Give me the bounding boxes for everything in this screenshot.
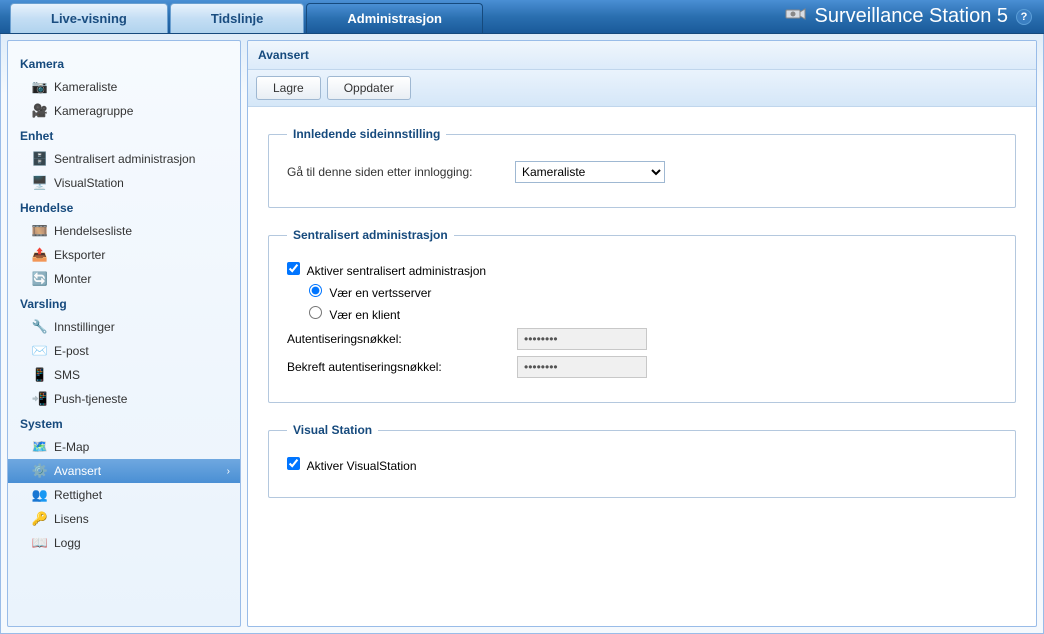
sidebar-item-label: Lisens xyxy=(54,512,89,526)
auth-key-label: Autentiseringsnøkkel: xyxy=(287,332,517,346)
sidebar-item-label: E-post xyxy=(54,344,89,358)
sidebar-item-mount[interactable]: 🔄 Monter xyxy=(8,267,240,291)
cms-enable-label[interactable]: Aktiver sentralisert administrasjon xyxy=(287,262,486,278)
initial-page-select[interactable]: Kameraliste xyxy=(515,161,665,183)
cms-enable-checkbox[interactable] xyxy=(287,262,300,275)
sidebar-item-label: SMS xyxy=(54,368,80,382)
sidebar-section-camera: Kamera xyxy=(8,51,240,75)
app-title-area: Surveillance Station 5 ? xyxy=(785,0,1044,33)
server-icon: 🗄️ xyxy=(32,151,48,167)
tab-timeline[interactable]: Tidslinje xyxy=(170,3,305,33)
sidebar-item-label: Logg xyxy=(54,536,81,550)
app-header: Live-visning Tidslinje Administrasjon Su… xyxy=(0,0,1044,34)
sidebar-section-device: Enhet xyxy=(8,123,240,147)
cms-host-label[interactable]: Vær en vertsserver xyxy=(309,284,431,300)
sidebar-item-label: Avansert xyxy=(54,464,101,478)
cms-host-radio[interactable] xyxy=(309,284,322,297)
group-visualstation: Visual Station Aktiver VisualStation xyxy=(268,423,1016,498)
sidebar: Kamera 📷 Kameraliste 🎥 Kameragruppe Enhe… xyxy=(7,40,241,627)
refresh-button[interactable]: Oppdater xyxy=(327,76,411,100)
mail-icon: ✉️ xyxy=(32,343,48,359)
sidebar-item-push[interactable]: 📲 Push-tjeneste xyxy=(8,387,240,411)
export-icon: 📤 xyxy=(32,247,48,263)
sidebar-item-label: Hendelsesliste xyxy=(54,224,132,238)
key-icon: 🔑 xyxy=(32,511,48,527)
sidebar-item-label: Sentralisert administrasjon xyxy=(54,152,195,166)
group-initial-legend: Innledende sideinnstilling xyxy=(287,127,446,141)
sidebar-item-label: Kameraliste xyxy=(54,80,117,94)
map-icon: 🗺️ xyxy=(32,439,48,455)
main-tabs: Live-visning Tidslinje Administrasjon xyxy=(0,0,485,33)
gear-icon: ⚙️ xyxy=(32,463,48,479)
auth-key-input[interactable] xyxy=(517,328,647,350)
sidebar-item-advanced[interactable]: ⚙️ Avansert › xyxy=(8,459,240,483)
cms-client-radio[interactable] xyxy=(309,306,322,319)
sidebar-item-label: Push-tjeneste xyxy=(54,392,127,406)
vs-enable-checkbox[interactable] xyxy=(287,457,300,470)
sidebar-section-system: System xyxy=(8,411,240,435)
panel-title: Avansert xyxy=(248,41,1036,70)
tab-admin[interactable]: Administrasjon xyxy=(306,3,483,33)
sidebar-item-label: VisualStation xyxy=(54,176,124,190)
save-button[interactable]: Lagre xyxy=(256,76,321,100)
camera-logo-icon xyxy=(785,5,807,29)
book-icon: 📖 xyxy=(32,535,48,551)
push-icon: 📲 xyxy=(32,391,48,407)
sidebar-item-privilege[interactable]: 👥 Rettighet xyxy=(8,483,240,507)
sidebar-item-license[interactable]: 🔑 Lisens xyxy=(8,507,240,531)
group-cms-legend: Sentralisert administrasjon xyxy=(287,228,454,242)
sidebar-item-camera-group[interactable]: 🎥 Kameragruppe xyxy=(8,99,240,123)
auth-key-confirm-label: Bekreft autentiseringsnøkkel: xyxy=(287,360,517,374)
app-title: Surveillance Station 5 xyxy=(815,5,1008,28)
content: Innledende sideinnstilling Gå til denne … xyxy=(248,107,1036,538)
camera-icon: 📷 xyxy=(32,79,48,95)
group-vs-legend: Visual Station xyxy=(287,423,378,437)
sidebar-item-export[interactable]: 📤 Eksporter xyxy=(8,243,240,267)
chevron-right-icon: › xyxy=(227,466,230,477)
group-cms: Sentralisert administrasjon Aktiver sent… xyxy=(268,228,1016,403)
sidebar-item-label: Kameragruppe xyxy=(54,104,133,118)
phone-icon: 📱 xyxy=(32,367,48,383)
mount-icon: 🔄 xyxy=(32,271,48,287)
sidebar-item-event-list[interactable]: 🎞️ Hendelsesliste xyxy=(8,219,240,243)
film-icon: 🎞️ xyxy=(32,223,48,239)
toolbar: Lagre Oppdater xyxy=(248,70,1036,107)
tab-live[interactable]: Live-visning xyxy=(10,3,168,33)
users-icon: 👥 xyxy=(32,487,48,503)
sidebar-item-emap[interactable]: 🗺️ E-Map xyxy=(8,435,240,459)
sidebar-item-settings[interactable]: 🔧 Innstillinger xyxy=(8,315,240,339)
cms-client-label[interactable]: Vær en klient xyxy=(309,306,400,322)
sidebar-item-label: E-Map xyxy=(54,440,89,454)
camera-group-icon: 🎥 xyxy=(32,103,48,119)
sidebar-item-log[interactable]: 📖 Logg xyxy=(8,531,240,555)
group-initial-page: Innledende sideinnstilling Gå til denne … xyxy=(268,127,1016,208)
initial-page-label: Gå til denne siden etter innlogging: xyxy=(287,165,507,179)
sidebar-item-email[interactable]: ✉️ E-post xyxy=(8,339,240,363)
sidebar-item-camera-list[interactable]: 📷 Kameraliste xyxy=(8,75,240,99)
sidebar-item-label: Innstillinger xyxy=(54,320,115,334)
sidebar-item-label: Rettighet xyxy=(54,488,102,502)
sidebar-item-sms[interactable]: 📱 SMS xyxy=(8,363,240,387)
wrench-icon: 🔧 xyxy=(32,319,48,335)
vs-enable-label[interactable]: Aktiver VisualStation xyxy=(287,457,417,473)
sidebar-section-event: Hendelse xyxy=(8,195,240,219)
help-icon[interactable]: ? xyxy=(1016,9,1032,25)
auth-key-confirm-input[interactable] xyxy=(517,356,647,378)
sidebar-item-label: Monter xyxy=(54,272,91,286)
sidebar-section-notify: Varsling xyxy=(8,291,240,315)
sidebar-item-visualstation[interactable]: 🖥️ VisualStation xyxy=(8,171,240,195)
monitor-icon: 🖥️ xyxy=(32,175,48,191)
sidebar-item-label: Eksporter xyxy=(54,248,105,262)
main-panel: Avansert Lagre Oppdater Innledende sidei… xyxy=(247,40,1037,627)
sidebar-item-cms[interactable]: 🗄️ Sentralisert administrasjon xyxy=(8,147,240,171)
